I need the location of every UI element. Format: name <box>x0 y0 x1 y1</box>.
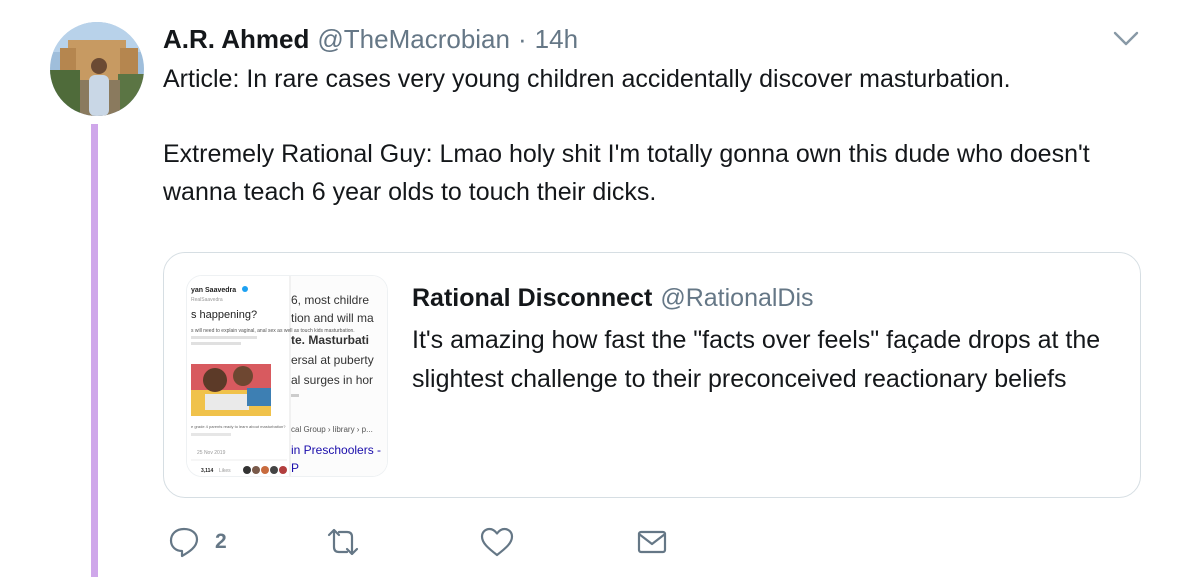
reply-icon <box>169 527 199 558</box>
thumb-right-line3: te. Masturbati <box>291 333 369 347</box>
reply-button[interactable]: 2 <box>167 522 227 562</box>
author-name[interactable]: A.R. Ahmed <box>163 22 309 56</box>
like-button[interactable] <box>479 522 515 562</box>
thumb-right-line1: 6, most childre <box>291 293 369 307</box>
message-button[interactable] <box>635 522 669 562</box>
tweet-text: Article: In rare cases very young childr… <box>163 60 1123 211</box>
thumb-left-likes-label: Likes <box>219 468 231 474</box>
thumbnail-image: yan Saavedra RealSaavedra s happening? s… <box>187 276 387 476</box>
quoted-tweet-card[interactable]: yan Saavedra RealSaavedra s happening? s… <box>163 252 1141 498</box>
thumb-left-name: yan Saavedra <box>191 287 236 294</box>
thumb-right-line6: cal Group › library › p... <box>291 425 373 434</box>
author-avatar[interactable] <box>50 22 144 116</box>
quoted-header: Rational Disconnect @RationalDis <box>412 281 814 315</box>
like-icon <box>480 527 514 557</box>
thumb-left-caption: e grade 4 parents ready to learn about m… <box>191 424 286 429</box>
more-options-button[interactable] <box>1110 26 1142 50</box>
thumb-right-line4: ersal at puberty <box>291 353 374 367</box>
thumb-left-date: 25 Nov 2019 <box>197 450 226 456</box>
retweet-icon <box>327 528 359 556</box>
thumb-left-handle: RealSaavedra <box>191 297 223 303</box>
chevron-down-icon <box>1113 31 1139 46</box>
quoted-thumbnail[interactable]: yan Saavedra RealSaavedra s happening? s… <box>186 275 388 477</box>
reply-count: 2 <box>215 530 227 553</box>
quoted-text: It's amazing how fast the "facts over fe… <box>412 326 1101 393</box>
thumb-right-line7: in Preschoolers - <box>291 443 381 457</box>
tweet-header: A.R. Ahmed @TheMacrobian · 14h <box>163 22 578 56</box>
quoted-author-name[interactable]: Rational Disconnect <box>412 281 652 315</box>
thumb-left-likes: 3,114 <box>201 468 213 474</box>
thumb-right-line2: tion and will ma <box>291 311 374 325</box>
thumb-right-line5: al surges in hor <box>291 373 373 387</box>
message-icon <box>637 530 667 554</box>
retweet-button[interactable] <box>323 522 363 562</box>
thread-line <box>91 124 98 577</box>
thumb-right-line8: P <box>291 461 299 475</box>
thumb-left-question: s happening? <box>191 309 257 321</box>
tweet-text-line1: Article: In rare cases very young childr… <box>163 65 1011 93</box>
avatar-image <box>50 22 144 116</box>
separator-dot: · <box>517 24 527 54</box>
action-bar: 2 <box>163 522 703 562</box>
quoted-author-handle[interactable]: @RationalDis <box>660 281 813 315</box>
author-handle[interactable]: @TheMacrobian <box>317 22 510 56</box>
tweet-text-line2: Extremely Rational Guy: Lmao holy shit I… <box>163 140 1090 206</box>
timestamp[interactable]: 14h <box>535 22 578 56</box>
